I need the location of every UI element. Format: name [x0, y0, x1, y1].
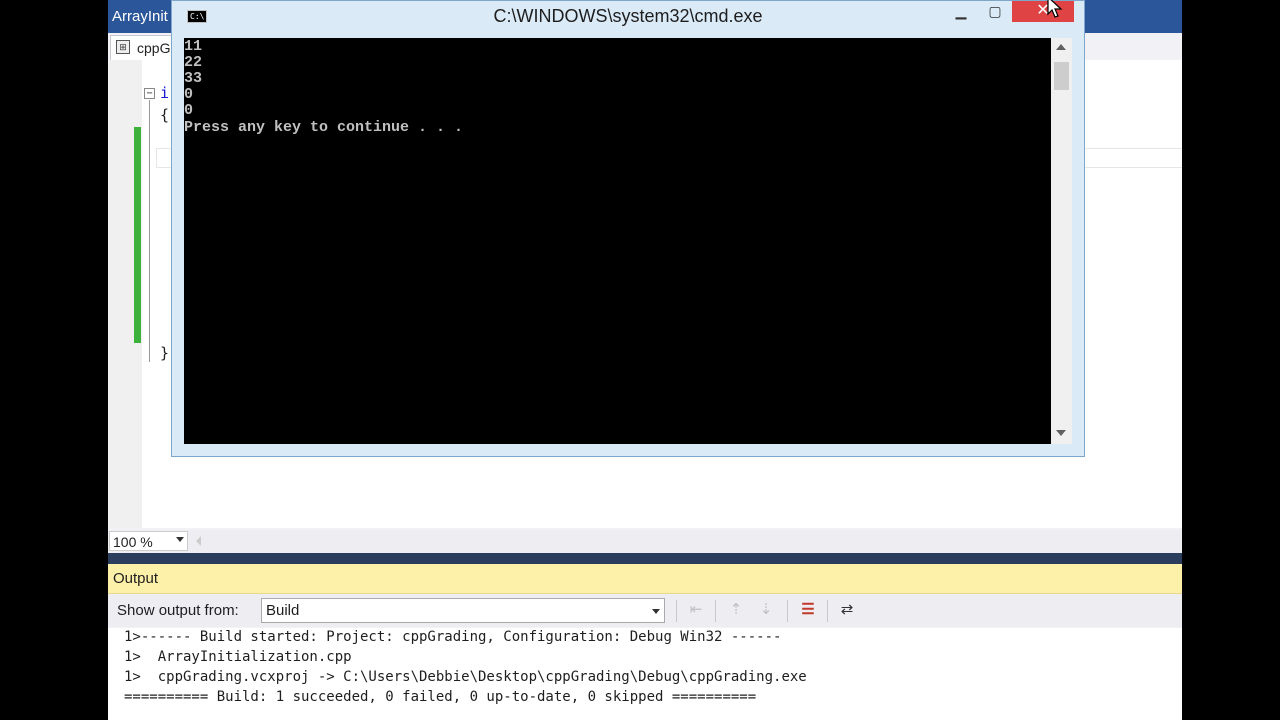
panel-splitter[interactable]	[108, 553, 1182, 564]
change-tracking-bar	[134, 127, 141, 343]
scroll-left-icon[interactable]	[196, 536, 201, 546]
scroll-up-icon[interactable]	[1056, 44, 1066, 50]
output-panel-title: Output	[113, 570, 159, 587]
outline-guide	[149, 100, 150, 362]
console-line: 11	[184, 38, 203, 55]
maximize-icon[interactable]: ▢	[982, 1, 1008, 21]
document-tab-label: cppG	[137, 40, 171, 56]
zoom-value: 100 %	[113, 534, 153, 550]
minimize-icon[interactable]: ▁	[948, 1, 974, 21]
output-panel-header: Output	[108, 564, 1182, 594]
console-line: 22	[184, 54, 203, 71]
word-wrap-icon[interactable]: ⇄	[836, 599, 858, 621]
editor-zoom-bar: 100 %	[108, 530, 1182, 553]
vertical-scrollbar[interactable]	[1051, 38, 1072, 444]
console-line: Press any key to continue . . .	[184, 119, 464, 136]
output-source-dropdown[interactable]: Build	[261, 598, 665, 623]
chevron-down-icon[interactable]	[652, 609, 660, 614]
output-text-area[interactable]: 1>------ Build started: Project: cppGrad…	[108, 628, 1182, 720]
toolbar-separator	[787, 600, 788, 622]
code-close-brace: }	[160, 344, 170, 362]
scroll-down-icon[interactable]	[1056, 430, 1066, 436]
toolbar-separator	[715, 600, 716, 622]
console-output[interactable]: 11 22 33 0 0 Press any key to continue .…	[184, 38, 1051, 444]
toolbar-separator	[676, 600, 677, 622]
show-output-from-label: Show output from:	[117, 602, 239, 619]
chevron-down-icon[interactable]	[176, 537, 184, 542]
zoom-dropdown[interactable]: 100 %	[109, 531, 188, 551]
console-line: 0	[184, 86, 194, 103]
ide-title: ArrayInit	[112, 8, 168, 25]
output-line: 1> cppGrading.vcxproj -> C:\Users\Debbie…	[124, 669, 807, 685]
close-icon[interactable]: ✕	[1012, 1, 1074, 22]
find-message-in-code-icon[interactable]: ⇤	[685, 599, 707, 621]
console-line: 33	[184, 70, 203, 87]
pin-icon[interactable]: ⊞	[116, 40, 130, 54]
next-message-icon[interactable]: ⇣	[755, 599, 777, 621]
cmd-window: C:\ C:\WINDOWS\system32\cmd.exe ▁ ▢ ✕ 11…	[171, 0, 1085, 457]
code-open-brace: {	[160, 106, 170, 124]
mouse-cursor-icon	[1047, 0, 1063, 18]
clear-all-icon[interactable]: ☰	[797, 599, 819, 621]
scroll-thumb[interactable]	[1054, 62, 1069, 90]
console-line: 0	[184, 102, 194, 119]
output-line: ========== Build: 1 succeeded, 0 failed,…	[124, 689, 757, 705]
output-toolbar: Show output from: Build ⇤ ⇡ ⇣ ☰ ⇄	[108, 594, 1182, 627]
code-keyword: i	[160, 84, 170, 102]
output-line: 1> ArrayInitialization.cpp	[124, 649, 352, 665]
previous-message-icon[interactable]: ⇡	[725, 599, 747, 621]
output-line: 1>------ Build started: Project: cppGrad…	[124, 629, 782, 645]
toolbar-separator	[827, 600, 828, 622]
output-source-value: Build	[266, 602, 300, 619]
collapse-toggle[interactable]: −	[144, 88, 155, 99]
